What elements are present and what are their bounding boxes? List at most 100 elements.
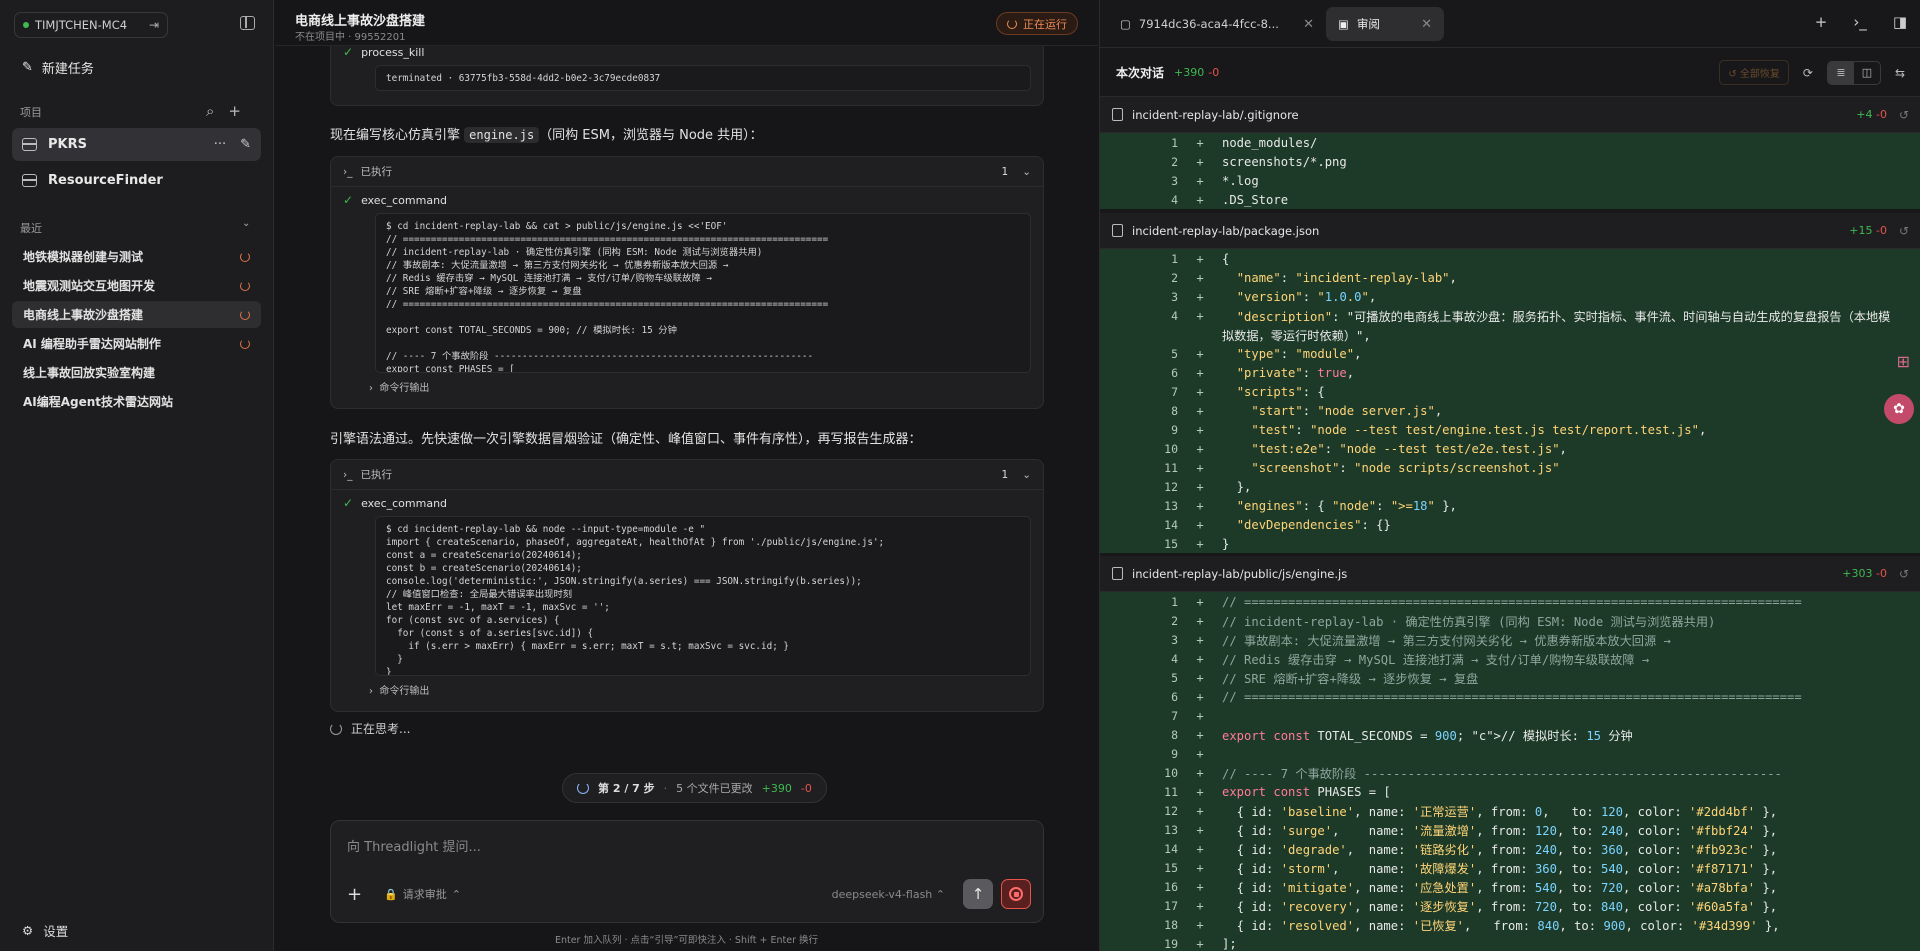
refresh-icon[interactable]: ⟳: [1803, 66, 1813, 80]
line-number: 6: [1171, 365, 1178, 380]
close-icon[interactable]: ✕: [1421, 17, 1432, 32]
line-number: 18: [1164, 917, 1178, 932]
file-path: incident-replay-lab/package.json: [1132, 223, 1320, 238]
add-project-icon[interactable]: +: [228, 102, 241, 120]
added-marker: +: [1196, 346, 1204, 361]
settings-button[interactable]: ⚙ 设置: [22, 921, 68, 940]
recent-item[interactable]: 电商线上事故沙盘搭建: [12, 301, 261, 328]
tool-card-header[interactable]: ›_ 已执行 1 ⌄: [331, 460, 1043, 490]
line-content: "devDependencies": {}: [1236, 517, 1391, 532]
prompt-input[interactable]: 向 Threadlight 提问...: [347, 836, 481, 855]
line-content: { id: 'recovery', name: '逐步恢复', from: 72…: [1222, 899, 1778, 914]
added-marker: +: [1196, 192, 1204, 207]
terminal-icon[interactable]: ›_: [1853, 13, 1867, 31]
chevron-down-icon[interactable]: ⌄: [242, 218, 250, 229]
lines-added: +390: [761, 781, 792, 795]
added-marker: +: [1196, 651, 1204, 666]
step-progress-pill[interactable]: 第 2 / 7 步 · 5 个文件已更改 +390 -0: [562, 773, 827, 803]
more-icon[interactable]: ···: [214, 137, 226, 152]
added-marker: +: [1196, 422, 1204, 437]
diff-line: 10 + "test:e2e": "node --test test/e2e.te…: [1100, 439, 1920, 458]
terminal-icon: ›_: [343, 468, 353, 481]
files-changed-label: 5 个文件已更改: [676, 782, 753, 795]
add-tab-icon[interactable]: +: [1815, 13, 1828, 31]
close-icon[interactable]: ✕: [1303, 17, 1314, 32]
line-number: 10: [1164, 441, 1178, 456]
project-item-pkrs[interactable]: PKRS ··· ✎: [12, 128, 261, 161]
stop-button[interactable]: [1001, 879, 1031, 909]
edit-icon[interactable]: ✎: [240, 137, 251, 152]
command-output-toggle[interactable]: › 命令行输出: [331, 676, 1043, 697]
recent-item[interactable]: AI 编程助手雷达网站制作: [12, 330, 261, 357]
sidebar-toggle-icon[interactable]: [240, 16, 255, 30]
executed-label: 已执行: [360, 166, 392, 178]
project-item-resourcefinder[interactable]: ResourceFinder: [12, 164, 261, 197]
line-number: 4: [1171, 308, 1178, 323]
add-attachment-icon[interactable]: +: [347, 884, 362, 905]
added-marker: +: [1196, 632, 1204, 647]
new-task-button[interactable]: ✎ 新建任务: [22, 58, 94, 77]
search-icon[interactable]: ⌕: [206, 102, 214, 120]
diff-line: 3 + *.log: [1100, 171, 1920, 190]
account-switcher[interactable]: TIMJTCHEN-MC4 ⇥: [14, 12, 168, 38]
diff-lines: 1 + node_modules/2 + screenshots/*.png 3 + *.lo…: [1100, 133, 1920, 209]
line-content: {: [1222, 251, 1230, 266]
file-diff-header[interactable]: incident-replay-lab/.gitignore +4 -0 ↺: [1100, 97, 1920, 133]
diff-line: 7 + "scripts": {: [1100, 382, 1920, 401]
line-content: 拟数据，零运行时依赖）",: [1222, 328, 1371, 343]
project-label: PKRS: [48, 137, 87, 152]
line-number: 1: [1171, 135, 1178, 150]
settings-icon[interactable]: ⇆: [1895, 66, 1905, 80]
unified-view-icon[interactable]: ≣: [1827, 61, 1854, 84]
chat-panel: ✓ process_kill terminated · 63775fb3-558d…: [275, 0, 1098, 951]
line-number: 2: [1171, 270, 1178, 285]
line-content: },: [1222, 479, 1252, 494]
file-diff-header[interactable]: incident-replay-lab/package.json +15 -0 …: [1100, 213, 1920, 249]
model-select[interactable]: deepseek-v4-flash ⌃: [832, 888, 945, 901]
diff-line: 拟数据，零运行时依赖）",: [1100, 325, 1920, 344]
recent-item[interactable]: AI编程Agent技术雷达网站: [12, 388, 261, 415]
tab-review[interactable]: ▣ 审阅 ✕: [1326, 7, 1444, 41]
tab-session[interactable]: ▢ 7914dc36-aca4-4fcc-8... ✕: [1108, 7, 1326, 41]
tool-card-header[interactable]: ›_ 已执行 1 ⌄: [331, 157, 1043, 187]
command-output-toggle[interactable]: › 命令行输出: [331, 373, 1043, 394]
chevron-down-icon[interactable]: ⌄: [1022, 469, 1031, 481]
composer[interactable]: 向 Threadlight 提问... + 🔒 请求审批 ⌃ deepseek-…: [330, 820, 1044, 923]
recent-item[interactable]: 地铁模拟器创建与测试: [12, 243, 261, 270]
lines-added: +15: [1849, 224, 1873, 237]
recent-item-label: AI 编程助手雷达网站制作: [23, 337, 161, 351]
chevron-down-icon[interactable]: ⌄: [1022, 166, 1031, 178]
added-marker: +: [1196, 822, 1204, 837]
project-icon: [22, 174, 37, 187]
grid-icon[interactable]: ⊞: [1897, 352, 1910, 371]
line-number: 1: [1171, 251, 1178, 266]
review-summary-bar: 本次对话 +390 -0 ↺ 全部恢复 ⟳ ≣ ◫ ⇆: [1100, 49, 1920, 97]
added-marker: +: [1196, 860, 1204, 875]
diff-line: 9 +: [1100, 744, 1920, 763]
lines-removed: -0: [800, 781, 812, 795]
diff-line: 1 + // ===================================…: [1100, 592, 1920, 611]
chevron-up-icon: ⌃: [451, 887, 462, 901]
diff-line: 5 + // SRE 熔断+扩容+降级 → 逐步恢复 → 复盘: [1100, 668, 1920, 687]
recent-item-label: 电商线上事故沙盘搭建: [23, 308, 144, 322]
edit-icon: ✎: [22, 60, 33, 75]
panel-toggle-icon[interactable]: ◨: [1893, 13, 1907, 31]
restore-all-button[interactable]: ↺ 全部恢复: [1719, 60, 1789, 85]
tool-name: exec_command: [361, 496, 448, 510]
revert-file-icon[interactable]: ↺: [1899, 567, 1909, 581]
diff-line: 8 + "start": "node server.js",: [1100, 401, 1920, 420]
line-number: 4: [1171, 651, 1178, 666]
logout-icon[interactable]: ⇥: [149, 18, 159, 32]
approval-mode-select[interactable]: 🔒 请求审批 ⌃: [384, 886, 461, 902]
diff-line: 7 +: [1100, 706, 1920, 725]
revert-file-icon[interactable]: ↺: [1899, 224, 1909, 238]
assistant-bubble-icon[interactable]: ✿: [1884, 394, 1914, 424]
recent-item[interactable]: 地震观测站交互地图开发: [12, 272, 261, 299]
revert-file-icon[interactable]: ↺: [1899, 108, 1909, 122]
line-number: 3: [1171, 289, 1178, 304]
send-button[interactable]: ↑: [963, 879, 993, 909]
recent-item[interactable]: 线上事故回放实验室构建: [12, 359, 261, 386]
split-view-icon[interactable]: ◫: [1854, 62, 1880, 84]
added-marker: +: [1196, 135, 1204, 150]
file-diff-header[interactable]: incident-replay-lab/public/js/engine.js …: [1100, 556, 1920, 592]
